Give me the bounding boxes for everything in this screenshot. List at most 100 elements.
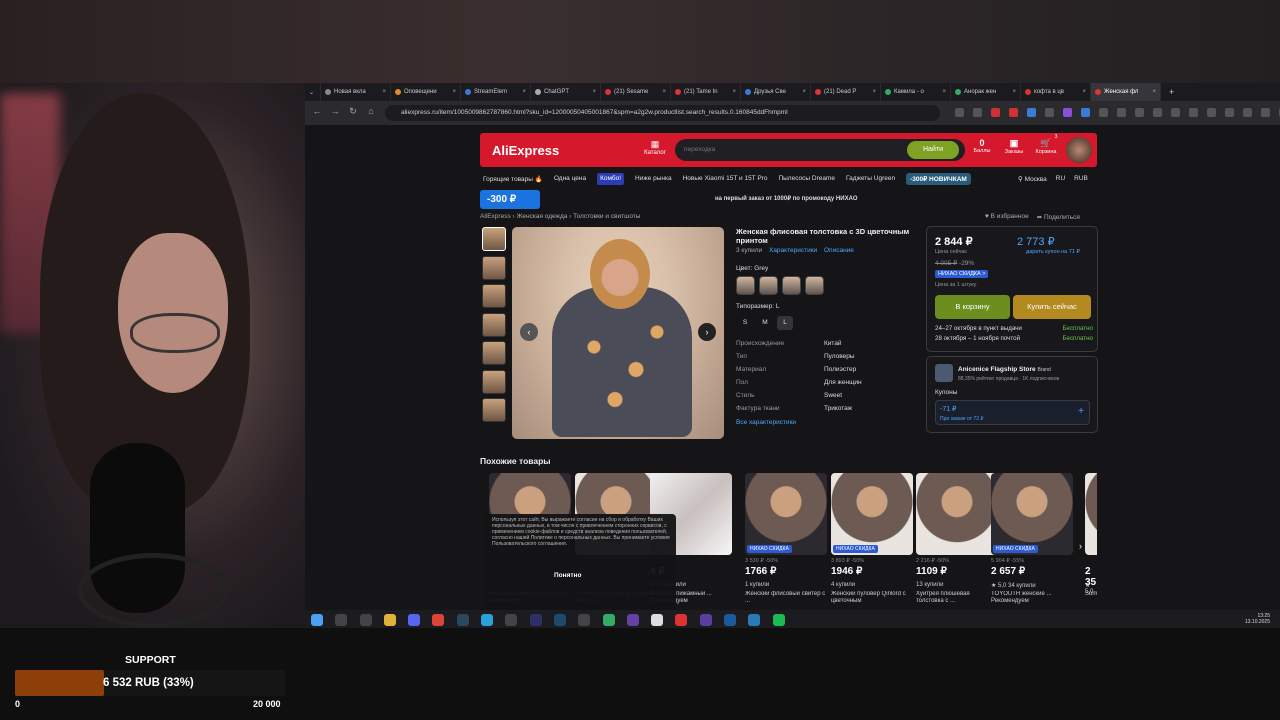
currency-link[interactable]: RUB xyxy=(1074,175,1088,183)
extension-icon[interactable] xyxy=(1099,108,1108,117)
browser-tab[interactable]: Женская фл × xyxy=(1091,83,1161,101)
product-thumbnail[interactable] xyxy=(482,313,506,337)
tab-close-icon[interactable]: × xyxy=(1152,89,1156,95)
tab-close-icon[interactable]: × xyxy=(802,89,806,95)
browser-tab[interactable]: StreamElem × xyxy=(461,83,531,101)
similar-product-card[interactable]: 2 216 ₽ -50% 1109 ₽ 13 купили Хуйтрея плюше… xyxy=(916,473,998,605)
add-coupon-icon[interactable]: + xyxy=(1078,406,1084,417)
catalog-button[interactable]: ▦ Каталог xyxy=(642,139,668,156)
similar-product-image[interactable]: НИХАО СКИДКА xyxy=(831,473,913,555)
cookie-accept-button[interactable]: Понятно xyxy=(554,572,581,579)
twitch-icon[interactable] xyxy=(626,614,639,626)
extension-icon[interactable] xyxy=(991,108,1000,117)
file-explorer-icon[interactable] xyxy=(383,614,396,626)
user-avatar[interactable] xyxy=(1066,137,1092,163)
extension-icon[interactable] xyxy=(1153,108,1162,117)
color-swatch[interactable] xyxy=(782,276,801,295)
premiere-icon[interactable] xyxy=(529,614,542,626)
search-icon[interactable] xyxy=(335,614,348,626)
browser-tab[interactable]: кофта в цв × xyxy=(1021,83,1091,101)
app-icon[interactable] xyxy=(748,614,761,626)
store-coupon[interactable]: -71 ₽ При заказе от 72 ₽ + xyxy=(935,400,1090,425)
tab-close-icon[interactable]: × xyxy=(382,89,386,95)
category-link[interactable]: Горящие товары 🔥 xyxy=(483,175,543,185)
next-image-button[interactable]: › xyxy=(698,323,716,341)
steam-icon[interactable] xyxy=(456,614,469,626)
yandex-icon[interactable] xyxy=(675,614,688,626)
browser-tab[interactable]: (21) Tame In × xyxy=(671,83,741,101)
browser-tab[interactable]: (21) Sesame × xyxy=(601,83,671,101)
similar-product-card[interactable]: НИХАО СКИДКА 3 893 ₽ -50% 1946 ₽ 4 купили Же… xyxy=(831,473,913,605)
home-icon[interactable]: ⌂ xyxy=(365,106,377,120)
browser-tab[interactable]: Анорак жен × xyxy=(951,83,1021,101)
extension-icon[interactable] xyxy=(1063,108,1072,117)
url-field[interactable]: aliexpress.ru/item/1005009862787860.html… xyxy=(385,105,940,121)
tab-close-icon[interactable]: × xyxy=(522,89,526,95)
browser-tab[interactable]: Камила - о × xyxy=(881,83,951,101)
tab-close-icon[interactable]: × xyxy=(1012,89,1016,95)
browser-tab[interactable]: ChatGPT × xyxy=(531,83,601,101)
store-name[interactable]: Anicenice Flagship Store Brand xyxy=(958,366,1051,373)
prev-image-button[interactable]: ‹ xyxy=(520,323,538,341)
similar-product-card[interactable]: НИХАО СКИДКА 5 904 ₽ -55% 2 657 ₽ ★ 5,0 34 … xyxy=(991,473,1073,605)
extension-icon[interactable] xyxy=(1081,108,1090,117)
windows-start-icon[interactable] xyxy=(311,614,323,626)
extension-icon[interactable] xyxy=(1117,108,1126,117)
share-button[interactable]: ➦ Поделиться xyxy=(1037,213,1080,221)
task-view-icon[interactable] xyxy=(359,614,372,626)
language-link[interactable]: RU xyxy=(1056,175,1065,183)
back-icon[interactable]: ← xyxy=(311,106,323,120)
extension-icon[interactable] xyxy=(1261,108,1270,117)
cart-button[interactable]: 🛒 Корзина xyxy=(1033,138,1059,155)
color-swatch[interactable] xyxy=(805,276,824,295)
new-tab-button[interactable]: + xyxy=(1169,87,1174,97)
system-clock[interactable]: 13:25 13.10.2025 xyxy=(1245,613,1270,625)
similar-product-card[interactable]: НИХАО СКИДКА 3 530 ₽ -50% 1766 ₽ 1 купили Же… xyxy=(745,473,827,605)
browser-tab[interactable]: Новая вкла × xyxy=(321,83,391,101)
product-thumbnail[interactable] xyxy=(482,256,506,280)
reload-icon[interactable]: ↻ xyxy=(347,106,359,120)
product-thumbnail[interactable] xyxy=(482,227,506,251)
extension-icon[interactable] xyxy=(955,108,964,117)
buy-now-button[interactable]: Купить сейчас xyxy=(1013,295,1091,319)
forward-icon[interactable]: → xyxy=(329,106,341,120)
search-button[interactable]: Найти xyxy=(907,141,959,159)
photoshop-icon[interactable] xyxy=(724,614,737,626)
orders-button[interactable]: ▣ Заказы xyxy=(1001,138,1027,155)
all-specs-link[interactable]: Все характеристики xyxy=(736,419,796,426)
lightroom-icon[interactable] xyxy=(553,614,566,626)
extension-icon[interactable] xyxy=(1171,108,1180,117)
category-link[interactable]: -300₽ НОВИЧКАМ xyxy=(906,173,971,185)
category-link[interactable]: Ниже рынка xyxy=(635,175,672,185)
extension-icon[interactable] xyxy=(1207,108,1216,117)
description-link[interactable]: Описание xyxy=(824,247,854,254)
obs-icon[interactable] xyxy=(505,614,518,626)
similar-product-image[interactable] xyxy=(916,473,998,555)
size-option-selected[interactable]: L xyxy=(777,316,793,330)
browser-tab[interactable]: (21) Dead P × xyxy=(811,83,881,101)
category-link[interactable]: Новые Xiaomi 15T и 15T Pro xyxy=(683,175,768,185)
product-main-image[interactable]: ‹ › xyxy=(512,227,724,439)
tab-close-icon[interactable]: × xyxy=(732,89,736,95)
location-link[interactable]: ⚲ Москва xyxy=(1018,175,1047,183)
similar-product-image[interactable]: НИХАО СКИДКА xyxy=(745,473,827,555)
extension-icon[interactable] xyxy=(1189,108,1198,117)
tab-close-icon[interactable]: × xyxy=(452,89,456,95)
product-thumbnail[interactable] xyxy=(482,370,506,394)
tab-close-icon[interactable]: × xyxy=(872,89,876,95)
store-logo[interactable] xyxy=(935,364,953,382)
tab-close-icon[interactable]: × xyxy=(942,89,946,95)
extension-icon[interactable] xyxy=(1027,108,1036,117)
product-thumbnail[interactable] xyxy=(482,341,506,365)
breadcrumb[interactable]: AliExpress › Женская одежда › Толстовки … xyxy=(480,213,640,220)
tab-close-icon[interactable]: × xyxy=(662,89,666,95)
spotify-icon[interactable] xyxy=(772,614,785,626)
add-to-cart-button[interactable]: В корзину xyxy=(935,295,1010,319)
telegram-icon[interactable] xyxy=(481,614,494,626)
site-logo[interactable]: AliExpress xyxy=(492,143,559,158)
extension-icon[interactable] xyxy=(973,108,982,117)
category-link[interactable]: Пылесосы Dreame xyxy=(778,175,835,185)
browser-tab[interactable]: Друзья Све × xyxy=(741,83,811,101)
category-link[interactable]: Гаджеты Ugreen xyxy=(846,175,895,185)
product-thumbnail[interactable] xyxy=(482,398,506,422)
